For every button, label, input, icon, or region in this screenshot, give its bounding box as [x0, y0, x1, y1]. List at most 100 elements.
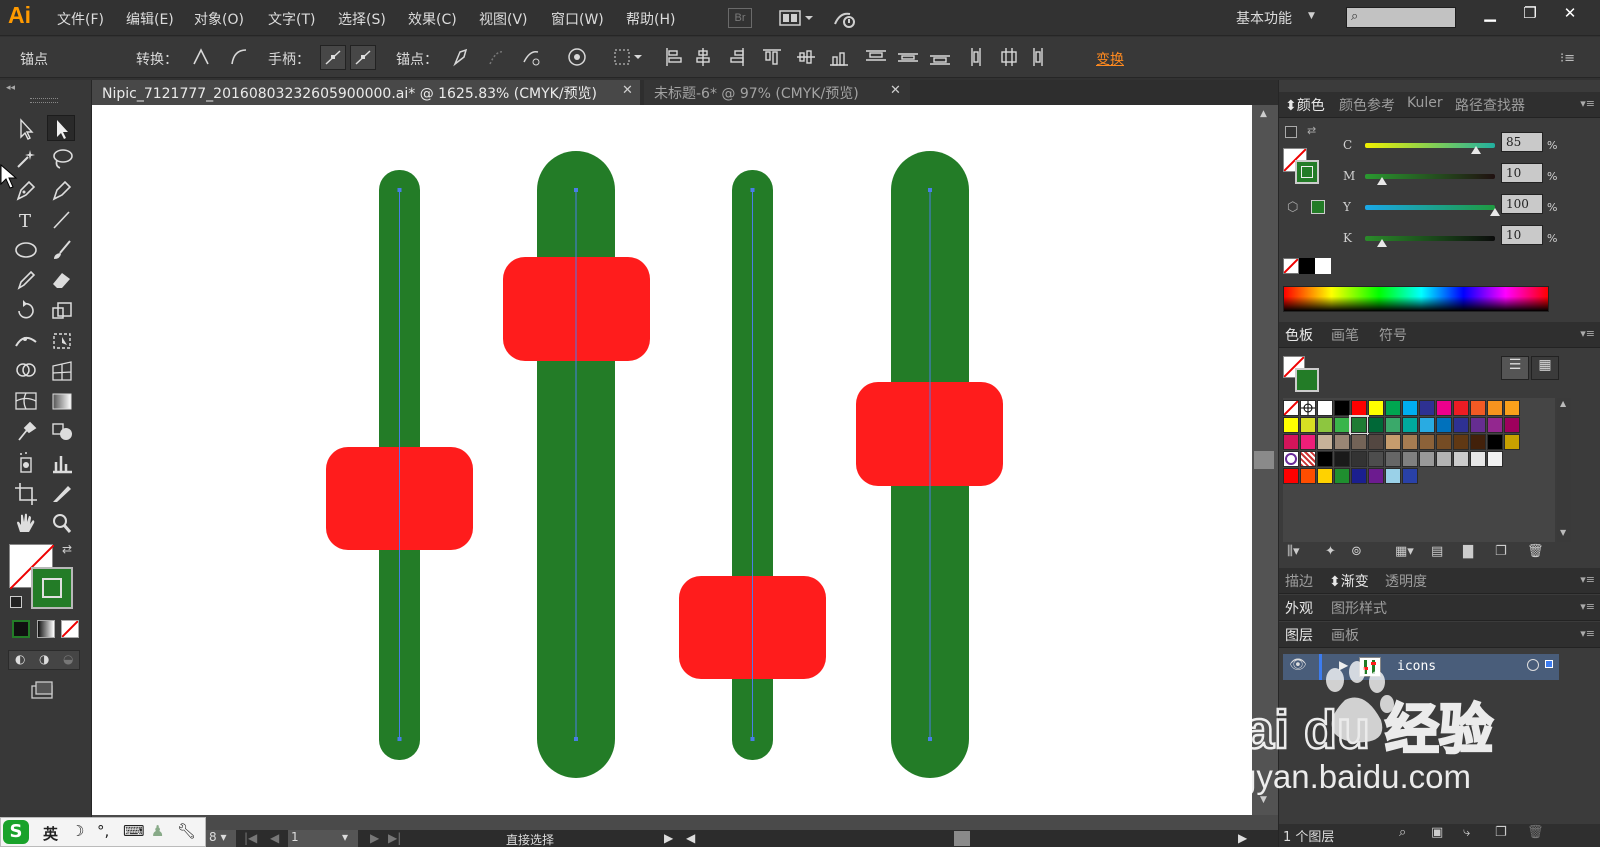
color-swatch[interactable]	[1436, 451, 1452, 467]
anchor-point[interactable]	[397, 737, 402, 741]
slider-thumb[interactable]	[1490, 208, 1500, 216]
color-swatch[interactable]	[1402, 451, 1418, 467]
color-swatch[interactable]	[1317, 451, 1333, 467]
color-swatch[interactable]	[1317, 434, 1333, 450]
color-swatch[interactable]	[1334, 451, 1350, 467]
panel-menu-icon[interactable]: ▾≡	[1580, 627, 1595, 640]
close-button[interactable]: ✕	[1550, 2, 1590, 26]
arrange-documents-button[interactable]	[778, 8, 816, 28]
ellipse-tool-icon[interactable]	[12, 237, 40, 263]
clipping-mask-icon[interactable]: ▣	[1431, 825, 1443, 840]
menu-view[interactable]: 视图(V)	[479, 9, 528, 29]
color-swatch[interactable]	[1453, 417, 1469, 433]
drawing-modes[interactable]: ◐ ◑ ◒	[8, 650, 80, 670]
new-swatch-icon[interactable]: ❐	[1495, 544, 1507, 559]
channel-value-k[interactable]: 10	[1501, 225, 1543, 245]
punctuation-icon[interactable]: °,	[97, 822, 109, 840]
swap-fill-stroke-icon[interactable]: ⇄	[1307, 124, 1316, 137]
close-icon[interactable]: ✕	[890, 83, 901, 98]
target-circle-icon[interactable]	[1527, 659, 1539, 671]
scroll-down-icon[interactable]: ▼	[1560, 528, 1566, 537]
color-swatch[interactable]	[1351, 400, 1367, 416]
direct-selection-tool-icon[interactable]	[47, 115, 75, 141]
convert-to-corner-icon[interactable]	[190, 46, 212, 68]
new-sublayer-icon[interactable]: ⤷	[1463, 825, 1470, 840]
color-swatch[interactable]	[1283, 400, 1299, 416]
color-swatch[interactable]	[1436, 400, 1452, 416]
ime-toolbar[interactable]: S 英 ☽ °, ⌨ ♟ 🔧︎	[0, 817, 206, 847]
color-swatch[interactable]	[1368, 468, 1384, 484]
slider-thumb[interactable]	[1376, 177, 1387, 185]
swatch-options-icon[interactable]: ⊚	[1351, 544, 1362, 559]
anchor-point[interactable]	[574, 737, 578, 741]
width-tool-icon[interactable]	[12, 328, 40, 354]
scroll-down-icon[interactable]: ▼	[1260, 795, 1267, 805]
align-to-selection-icon[interactable]	[612, 46, 644, 68]
color-swatch[interactable]	[1402, 417, 1418, 433]
tab-pathfinder[interactable]: 路径查找器	[1455, 95, 1525, 115]
help-search-input[interactable]: ⌕	[1346, 7, 1456, 28]
swap-fill-stroke-icon[interactable]: ⇄	[62, 542, 72, 556]
show-handles-button[interactable]	[320, 45, 346, 70]
tab-stroke[interactable]: 描边	[1285, 571, 1313, 591]
swatch-settings-icon[interactable]: ▤	[1431, 544, 1443, 559]
swatch-kinds-icon[interactable]: ✦	[1325, 544, 1336, 559]
artboard-field[interactable]: 1 ▾	[288, 830, 358, 847]
color-swatch[interactable]	[1368, 451, 1384, 467]
new-layer-icon[interactable]: ❐	[1495, 825, 1507, 840]
none-swatch[interactable]	[1283, 258, 1299, 274]
color-stroke-proxy[interactable]	[1295, 160, 1319, 184]
prev-artboard-icon[interactable]: ◀	[270, 831, 279, 845]
tab-gradient[interactable]: ⬍渐变	[1329, 571, 1369, 591]
convert-to-smooth-icon[interactable]	[228, 46, 250, 68]
color-swatch[interactable]	[1504, 400, 1520, 416]
color-swatch[interactable]	[1351, 451, 1367, 467]
ime-language[interactable]: 英	[43, 823, 58, 844]
color-swatch[interactable]	[1436, 434, 1452, 450]
new-group-folder-icon[interactable]: ▇	[1463, 544, 1473, 559]
trash-icon[interactable]: 🗑︎	[1527, 544, 1544, 559]
shape-builder-tool-icon[interactable]	[12, 358, 40, 384]
scale-tool-icon[interactable]	[48, 298, 76, 324]
scroll-right-icon[interactable]: ▶	[1238, 831, 1247, 845]
draw-behind-icon[interactable]: ◑	[39, 652, 49, 666]
color-swatch[interactable]	[1300, 417, 1316, 433]
color-swatch[interactable]	[1334, 417, 1350, 433]
tab-nipic-document[interactable]: Nipic_7121777_20160803232605900000.ai* @…	[92, 80, 640, 105]
anchor-point[interactable]	[397, 188, 402, 192]
close-icon[interactable]: ✕	[622, 83, 633, 98]
remove-anchor-icon[interactable]	[450, 46, 472, 68]
pencil-tool-icon[interactable]	[12, 267, 40, 293]
tab-appearance[interactable]: 外观	[1285, 598, 1313, 618]
color-swatch[interactable]	[1300, 400, 1316, 416]
menu-select[interactable]: 选择(S)	[338, 9, 386, 29]
draw-inside-icon[interactable]: ◒	[63, 652, 73, 666]
scroll-up-icon[interactable]: ▲	[1560, 399, 1566, 408]
channel-slider-y[interactable]	[1365, 205, 1495, 210]
collapse-panel-icon[interactable]: ◂◂	[6, 83, 15, 93]
color-swatch[interactable]	[1419, 417, 1435, 433]
color-swatch[interactable]	[1453, 400, 1469, 416]
panel-menu-icon[interactable]: ⁝≡	[1560, 51, 1575, 66]
selection-indicator[interactable]	[1545, 660, 1553, 668]
color-swatch[interactable]	[1453, 434, 1469, 450]
color-swatch[interactable]	[1334, 400, 1350, 416]
locate-object-icon[interactable]: ⌕	[1399, 825, 1406, 840]
vertical-scrollbar[interactable]: ▲ ▼	[1252, 105, 1278, 815]
color-swatch[interactable]	[1470, 434, 1486, 450]
color-swatch[interactable]	[1487, 417, 1503, 433]
zoom-tool-icon[interactable]	[48, 510, 76, 536]
color-swatch[interactable]	[1283, 417, 1299, 433]
lasso-tool-icon[interactable]	[48, 146, 76, 172]
artboard-tool-icon[interactable]	[12, 480, 40, 506]
color-swatch[interactable]	[1487, 451, 1503, 467]
tab-transparency[interactable]: 透明度	[1385, 571, 1427, 591]
chevron-down-icon[interactable]: ▾	[342, 830, 348, 844]
color-swatch[interactable]	[1300, 468, 1316, 484]
slice-tool-icon[interactable]	[48, 480, 76, 506]
anchor-point[interactable]	[750, 188, 755, 192]
tab-brushes[interactable]: 画笔	[1331, 325, 1359, 345]
tab-swatches[interactable]: 色板	[1285, 325, 1313, 345]
panel-menu-icon[interactable]: ▾≡	[1580, 573, 1595, 586]
tab-artboards[interactable]: 画板	[1331, 625, 1359, 645]
